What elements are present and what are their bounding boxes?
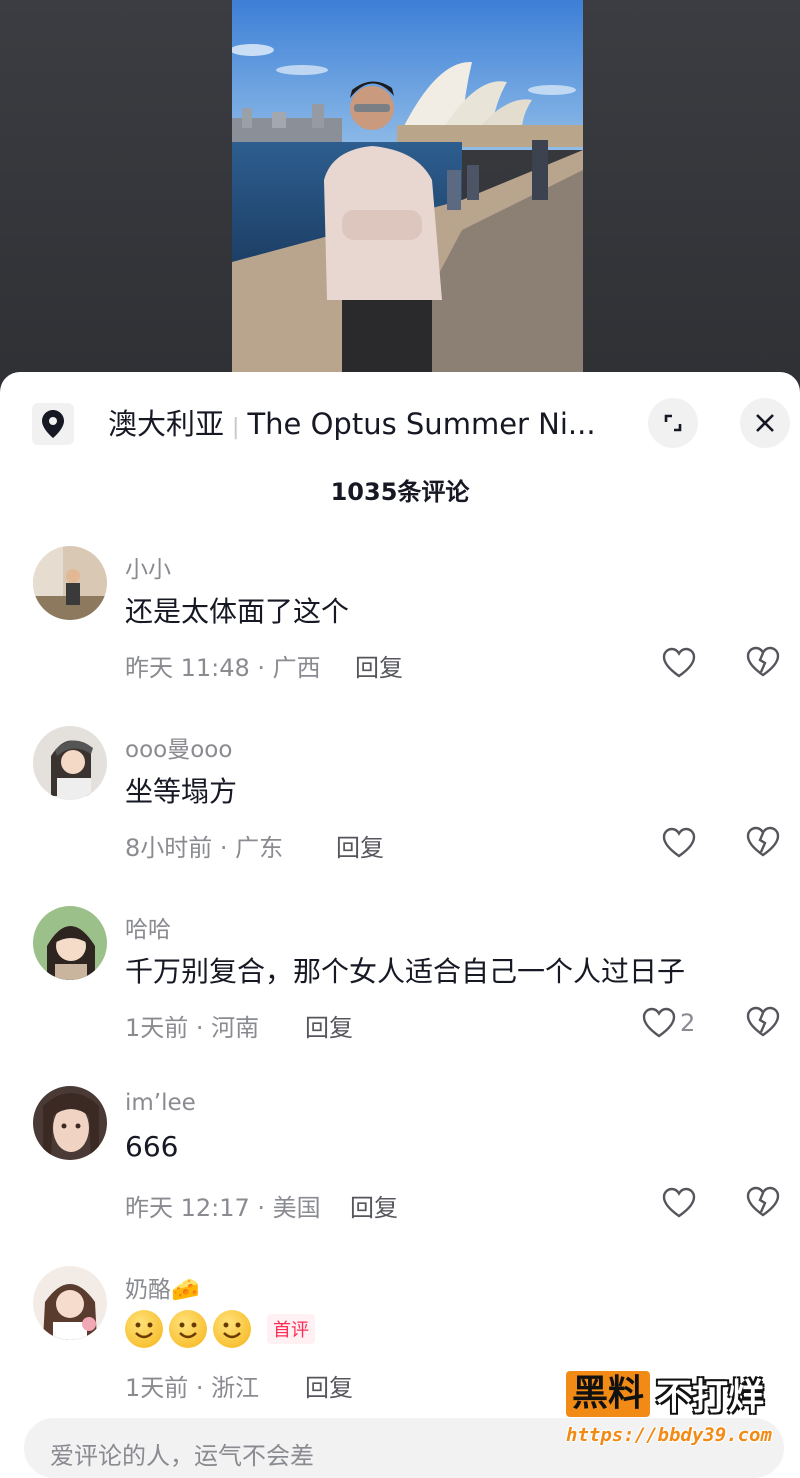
comment-username[interactable]: 哈哈 — [125, 910, 171, 944]
dislike-button[interactable] — [746, 1186, 780, 1222]
comment-item: im’lee 666 昨天 12:17 · 美国 回复 — [0, 1086, 800, 1266]
comment-text: 千万别复合，那个女人适合自己一个人过日子 — [125, 955, 686, 988]
video-background — [0, 0, 800, 400]
avatar[interactable] — [33, 726, 107, 800]
close-button[interactable] — [740, 398, 790, 448]
first-comment-badge: 首评 — [267, 1314, 315, 1344]
like-count: 2 — [680, 1009, 696, 1037]
comment-meta: 1天前 · 浙江 — [125, 1374, 260, 1402]
comment-count: 1035条评论 — [330, 478, 470, 506]
comment-meta: 8小时前 · 广东 — [125, 834, 284, 862]
expand-button[interactable] — [648, 398, 698, 448]
smiley-emoji-icon — [125, 1310, 163, 1348]
broken-heart-icon — [746, 1006, 780, 1037]
comment-username[interactable]: 小小 — [125, 550, 171, 584]
heart-icon — [662, 647, 696, 678]
dislike-button[interactable] — [746, 646, 780, 682]
comment-meta: 昨天 11:48 · 广西 — [125, 654, 321, 682]
reply-button[interactable]: 回复 — [336, 828, 384, 863]
comment-item: 哈哈 千万别复合，那个女人适合自己一个人过日子 1天前 · 河南 回复 2 — [0, 906, 800, 1086]
dislike-button[interactable] — [746, 826, 780, 862]
smiley-emoji-icon — [169, 1310, 207, 1348]
avatar[interactable] — [33, 906, 107, 980]
reply-button[interactable]: 回复 — [305, 1008, 353, 1043]
like-button[interactable]: 2 — [642, 1006, 695, 1040]
avatar[interactable] — [33, 1086, 107, 1160]
comment-meta: 1天前 · 河南 — [125, 1014, 260, 1042]
comment-emoji-content: 首评 — [125, 1310, 315, 1348]
comment-sheet: 澳大利亚 | The Optus Summer Ni... 1035条评论 小小… — [0, 372, 800, 1457]
reply-button[interactable]: 回复 — [355, 648, 403, 683]
like-button[interactable] — [662, 1186, 700, 1220]
photo-illustration — [232, 0, 583, 400]
watermark-url: https://bbdy39.com — [566, 1424, 772, 1446]
like-button[interactable] — [662, 826, 700, 860]
location-country: 澳大利亚 — [108, 407, 225, 441]
heart-icon — [662, 827, 696, 858]
like-button[interactable] — [662, 646, 700, 680]
comment-text: 坐等塌方 — [125, 775, 238, 808]
comment-username[interactable]: ooo曼ooo — [125, 730, 232, 764]
dislike-button[interactable] — [746, 1006, 780, 1042]
broken-heart-icon — [746, 1186, 780, 1217]
location-separator: | — [232, 415, 240, 440]
video-frame-photo[interactable] — [232, 0, 583, 400]
watermark: 黑料 不打烊 https://bbdy39.com — [566, 1368, 792, 1450]
close-icon — [756, 414, 774, 432]
broken-heart-icon — [746, 646, 780, 677]
location-venue: The Optus Summer Ni... — [247, 407, 596, 441]
comment-username[interactable]: 奶酪🧀 — [125, 1270, 200, 1304]
avatar[interactable] — [33, 546, 107, 620]
comment-meta: 昨天 12:17 · 美国 — [125, 1194, 321, 1222]
watermark-brand-box: 黑料 — [566, 1371, 651, 1417]
comment-item: ooo曼ooo 坐等塌方 8小时前 · 广东 回复 — [0, 726, 800, 906]
expand-icon — [664, 414, 682, 432]
location-pin-icon — [32, 403, 74, 445]
comment-text: 还是太体面了这个 — [125, 595, 350, 628]
avatar[interactable] — [33, 1266, 107, 1340]
comment-input-placeholder: 爱评论的人，运气不会差 — [50, 1442, 314, 1470]
watermark-brand-rest: 不打烊 — [656, 1377, 765, 1418]
broken-heart-icon — [746, 826, 780, 857]
location-row[interactable]: 澳大利亚 | The Optus Summer Ni... — [0, 392, 800, 456]
comment-text: 666 — [125, 1130, 179, 1163]
smiley-emoji-icon — [213, 1310, 251, 1348]
heart-icon — [662, 1187, 696, 1218]
reply-button[interactable]: 回复 — [305, 1368, 353, 1403]
comment-item: 小小 还是太体面了这个 昨天 11:48 · 广西 回复 — [0, 546, 800, 726]
comment-username[interactable]: im’lee — [125, 1090, 196, 1116]
location-label[interactable]: 澳大利亚 | The Optus Summer Ni... — [108, 406, 608, 442]
reply-button[interactable]: 回复 — [350, 1188, 398, 1223]
heart-icon — [642, 1007, 676, 1038]
